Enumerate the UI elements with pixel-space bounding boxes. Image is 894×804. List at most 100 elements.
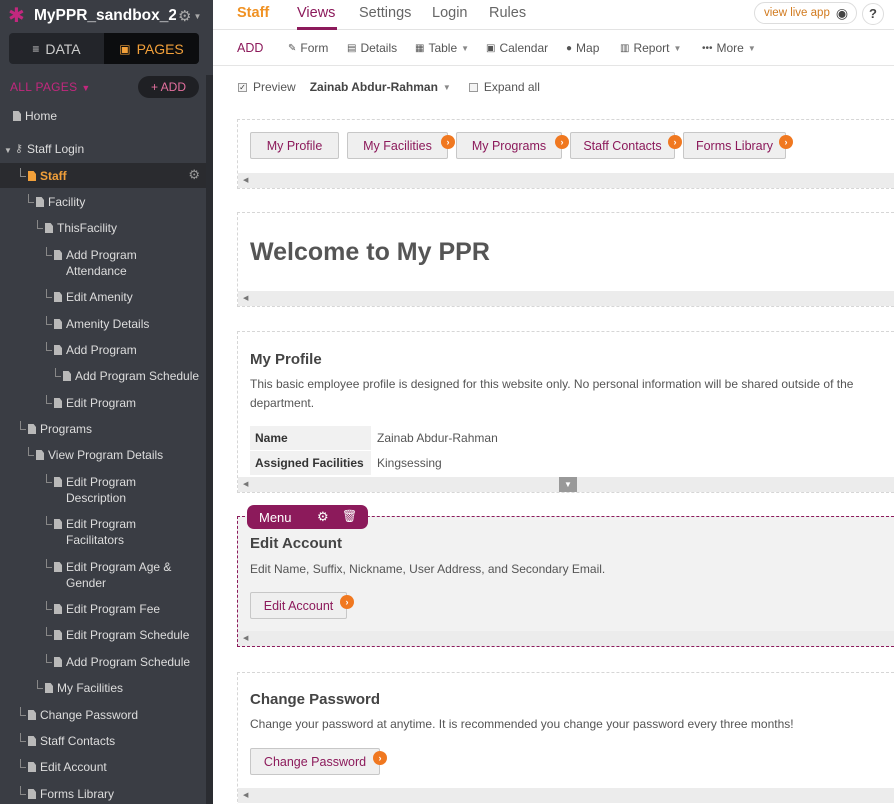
- page-item-edit-program[interactable]: Edit Program: [0, 395, 206, 411]
- page-item-edit-program-age-gender[interactable]: Edit Program Age & Gender: [0, 559, 206, 591]
- page-item-facility[interactable]: Facility: [0, 194, 206, 210]
- tab-pages[interactable]: ▣ PAGES: [104, 33, 199, 64]
- app-title[interactable]: MyPPR_sandbox_2...: [34, 7, 176, 25]
- edit-account-button[interactable]: Edit Account ›: [250, 592, 354, 619]
- add-page-button[interactable]: + ADD: [138, 76, 199, 98]
- collapse-toggle-icon[interactable]: ▼: [559, 477, 577, 492]
- trash-icon[interactable]: 🗑: [342, 509, 357, 523]
- preview-checkbox[interactable]: ✓: [238, 82, 247, 92]
- page-label: Change Password: [40, 708, 139, 722]
- sidebar-scrollbar[interactable]: [206, 75, 213, 804]
- expand-all-toggle[interactable]: Expand all: [468, 80, 540, 94]
- page-item-home[interactable]: Home: [0, 108, 206, 124]
- page-icon: [36, 450, 44, 460]
- chevron-down-icon: ▼: [81, 83, 91, 93]
- page-item-thisfacility[interactable]: ThisFacility: [0, 220, 206, 236]
- button-label: My Programs: [471, 138, 547, 153]
- page-item-programs[interactable]: Programs: [0, 421, 206, 437]
- view-live-app-button[interactable]: view live app ◉: [754, 2, 857, 24]
- page-item-staff[interactable]: Staff ⚙: [0, 163, 206, 188]
- details-button[interactable]: ▤ Details: [347, 41, 397, 55]
- calendar-button[interactable]: ▣ Calendar: [486, 41, 548, 55]
- block-footer: ◀: [238, 631, 894, 646]
- rich-text-block[interactable]: Welcome to My PPR ◀: [237, 212, 894, 307]
- detail-value: Zainab Abdur-Rahman: [377, 431, 498, 445]
- change-password-button[interactable]: Change Password ›: [250, 748, 387, 775]
- forms-library-button[interactable]: Forms Library ›: [683, 132, 793, 159]
- more-label: More: [716, 41, 744, 55]
- page-item-forms-library[interactable]: Forms Library: [0, 786, 206, 802]
- expand-all-label: Expand all: [483, 80, 540, 94]
- button-label: My Facilities: [363, 138, 432, 153]
- tab-rules[interactable]: Rules: [489, 5, 526, 21]
- page-label: Edit Program Schedule: [66, 628, 190, 642]
- page-label: Edit Program: [66, 396, 137, 410]
- page-item-edit-program-facilitators[interactable]: Edit Program Facilitators: [0, 516, 206, 548]
- preview-user-select[interactable]: Zainab Abdur-Rahman: [310, 80, 438, 94]
- block-menu-tag[interactable]: Menu ⚙ 🗑: [247, 505, 368, 529]
- page-item-edit-amenity[interactable]: Edit Amenity: [0, 289, 206, 305]
- form-button[interactable]: ✎ Form: [288, 41, 328, 55]
- chevron-down-icon[interactable]: ▼: [193, 12, 201, 21]
- nav-object-staff[interactable]: Staff: [237, 5, 269, 21]
- tab-data[interactable]: ≡ DATA: [9, 33, 104, 64]
- page-icon: [54, 345, 62, 355]
- my-programs-button[interactable]: My Programs ›: [456, 132, 569, 159]
- page-item-edit-program-description[interactable]: Edit Program Description: [0, 474, 206, 506]
- page-item-staff-contacts[interactable]: Staff Contacts: [0, 733, 206, 749]
- page-icon: [54, 398, 62, 408]
- edit-account-block[interactable]: Menu ⚙ 🗑 Edit Account Edit Name, Suffix,…: [237, 505, 894, 647]
- chevron-down-icon[interactable]: ▼: [443, 83, 451, 92]
- tab-views[interactable]: Views: [297, 5, 335, 21]
- tab-settings[interactable]: Settings: [359, 5, 411, 21]
- table-button[interactable]: ▦ Table ▼: [415, 41, 469, 55]
- all-pages-dropdown[interactable]: ALL PAGES ▼: [10, 80, 91, 94]
- detail-row-name: Name Zainab Abdur-Rahman: [250, 426, 890, 450]
- tab-login[interactable]: Login: [432, 5, 467, 21]
- map-button[interactable]: ● Map: [566, 41, 599, 55]
- button-label: Staff Contacts: [583, 138, 662, 153]
- gear-icon[interactable]: ⚙: [178, 7, 191, 25]
- tree-connector: [28, 447, 34, 456]
- page-item-add-program-schedule[interactable]: Add Program Schedule: [0, 368, 206, 384]
- staff-contacts-button[interactable]: Staff Contacts ›: [570, 132, 682, 159]
- page-item-edit-account[interactable]: Edit Account: [0, 759, 206, 775]
- page-item-view-program-details[interactable]: View Program Details: [0, 447, 206, 463]
- menu-view-block[interactable]: My Profile My Facilities › My Programs ›…: [237, 119, 894, 189]
- help-button[interactable]: ?: [862, 3, 884, 25]
- page-icon: [54, 630, 62, 640]
- add-view-button[interactable]: ADD: [237, 41, 263, 55]
- tree-connector: [46, 342, 52, 351]
- page-item-edit-program-fee[interactable]: Edit Program Fee: [0, 601, 206, 617]
- sidebar: ✱ MyPPR_sandbox_2... ⚙ ▼ ≡ DATA ▣ PAGES …: [0, 0, 213, 804]
- tree-connector: [28, 194, 34, 203]
- page-icon: [54, 319, 62, 329]
- page-label: View Program Details: [48, 448, 164, 462]
- page-item-add-program-attendance[interactable]: Add Program Attendance: [0, 247, 206, 279]
- page-item-amenity-details[interactable]: Amenity Details: [0, 316, 206, 332]
- page-label: Facility: [48, 195, 86, 209]
- profile-details-block[interactable]: My Profile This basic employee profile i…: [237, 331, 894, 493]
- gear-icon[interactable]: ⚙: [317, 509, 329, 525]
- page-item-edit-program-schedule[interactable]: Edit Program Schedule: [0, 627, 206, 643]
- page-icon: [36, 197, 44, 207]
- page-item-staff-login[interactable]: ▼ ⚷ Staff Login: [0, 141, 206, 159]
- my-profile-button[interactable]: My Profile: [250, 132, 339, 159]
- page-item-my-facilities[interactable]: My Facilities: [0, 680, 206, 696]
- my-facilities-button[interactable]: My Facilities ›: [347, 132, 455, 159]
- more-button[interactable]: ••• More ▼: [702, 41, 756, 55]
- page-icon: [54, 604, 62, 614]
- page-item-add-program-schedule-2[interactable]: Add Program Schedule: [0, 654, 206, 670]
- tree-connector: [20, 421, 26, 430]
- top-nav: Staff Views Settings Login Rules view li…: [213, 0, 894, 30]
- page-item-change-password[interactable]: Change Password: [0, 707, 206, 723]
- tree-connector: [46, 474, 52, 483]
- report-button[interactable]: ▥ Report ▼: [620, 41, 681, 55]
- app-title-row[interactable]: ✱ MyPPR_sandbox_2... ⚙ ▼: [0, 0, 213, 32]
- gear-icon[interactable]: ⚙: [188, 167, 200, 183]
- page-item-add-program[interactable]: Add Program: [0, 342, 206, 358]
- tree-connector: [37, 220, 43, 229]
- expand-all-checkbox[interactable]: [468, 82, 478, 92]
- change-password-block[interactable]: Change Password Change your password at …: [237, 672, 894, 804]
- tree-connector: [20, 168, 26, 177]
